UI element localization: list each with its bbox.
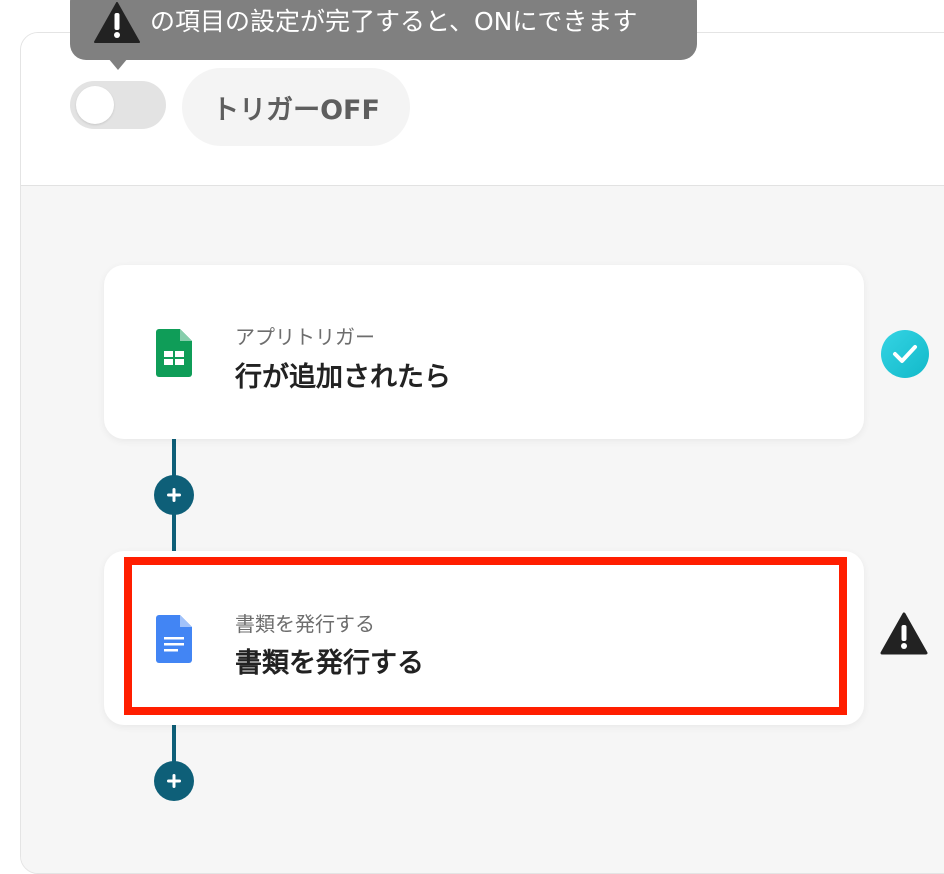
add-step-button[interactable] xyxy=(154,475,194,515)
highlight-box xyxy=(124,557,847,715)
workflow-panel xyxy=(20,32,944,874)
step-title: 行が追加されたら xyxy=(235,362,451,393)
step-card-trigger[interactable]: アプリトリガー 行が追加されたら xyxy=(104,265,864,439)
check-circle-icon xyxy=(881,330,929,382)
add-step-button[interactable] xyxy=(154,761,194,801)
tooltip-arrow xyxy=(108,58,128,70)
toggle-knob xyxy=(76,86,114,124)
plus-icon xyxy=(167,774,181,788)
trigger-toggle[interactable] xyxy=(70,81,166,129)
step-subtitle: アプリトリガー xyxy=(235,325,375,349)
trigger-status-label: トリガーOFF xyxy=(182,68,410,146)
warning-icon xyxy=(880,612,928,660)
google-sheets-icon xyxy=(156,329,192,381)
tooltip-text: の項目の設定が完了すると、ONにできます xyxy=(150,7,638,36)
plus-icon xyxy=(167,488,181,502)
trigger-tooltip: の項目の設定が完了すると、ONにできます xyxy=(70,0,697,60)
warning-icon xyxy=(94,2,140,44)
